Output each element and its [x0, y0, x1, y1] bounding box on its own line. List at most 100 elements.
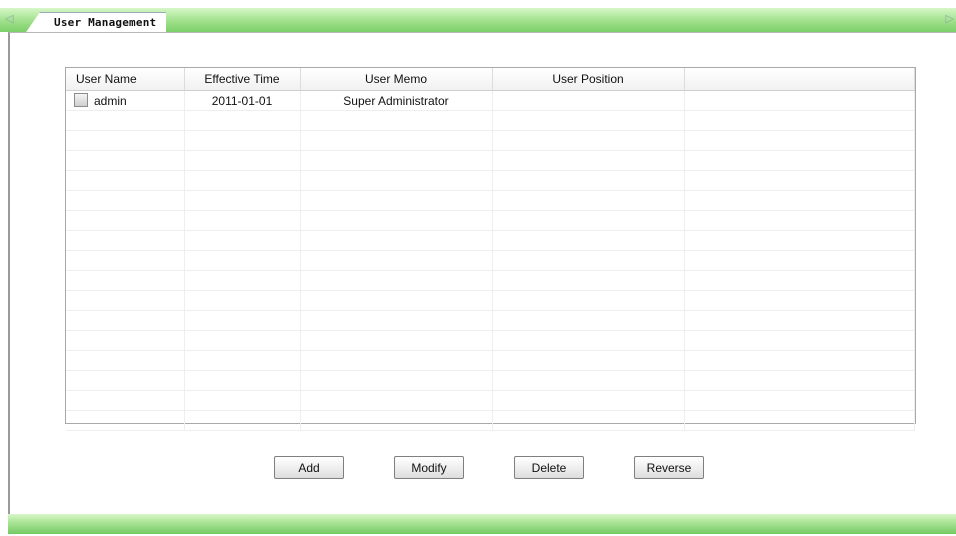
- empty-cell: [684, 210, 915, 231]
- empty-cell: [184, 230, 301, 251]
- status-bar: [8, 514, 956, 534]
- empty-cell: [66, 190, 185, 211]
- empty-cell: [492, 190, 685, 211]
- empty-cell: [684, 190, 915, 211]
- empty-cell: [684, 410, 915, 431]
- empty-cell: [66, 330, 185, 351]
- table-row-empty: [66, 290, 915, 311]
- empty-cell: [684, 290, 915, 311]
- table-row-empty: [66, 210, 915, 231]
- empty-cell: [184, 330, 301, 351]
- empty-cell: [300, 330, 493, 351]
- table-row-empty: [66, 250, 915, 271]
- table-row-empty: [66, 230, 915, 251]
- empty-cell: [66, 390, 185, 411]
- empty-cell: [184, 170, 301, 191]
- empty-cell: [684, 250, 915, 271]
- empty-cell: [492, 310, 685, 331]
- empty-cell: [492, 130, 685, 151]
- column-header-empty: [684, 68, 915, 91]
- empty-cell: [66, 170, 185, 191]
- empty-cell: [492, 350, 685, 371]
- table-row-empty: [66, 410, 915, 431]
- empty-cell: [684, 110, 915, 131]
- empty-cell: [684, 270, 915, 291]
- empty-cell: [66, 110, 185, 131]
- table-row-empty: [66, 310, 915, 331]
- table-row[interactable]: admin 2011-01-01 Super Administrator: [66, 90, 915, 111]
- column-header-user-position[interactable]: User Position: [492, 68, 685, 91]
- tab-label: User Management: [54, 16, 157, 29]
- empty-cell: [300, 170, 493, 191]
- empty-cell: [492, 330, 685, 351]
- delete-button[interactable]: Delete: [514, 456, 584, 479]
- scroll-right-icon[interactable]: ▷: [946, 12, 954, 25]
- scroll-left-icon[interactable]: ◁: [5, 12, 13, 25]
- empty-cell: [684, 390, 915, 411]
- empty-cell: [684, 330, 915, 351]
- empty-cell: [184, 310, 301, 331]
- empty-cell: [66, 150, 185, 171]
- empty-cell: [492, 290, 685, 311]
- empty-cell: [300, 410, 493, 431]
- table-row-empty: [66, 370, 915, 391]
- empty-cell: [184, 210, 301, 231]
- empty-cell: [300, 230, 493, 251]
- empty-cell: [66, 130, 185, 151]
- cell-user-name[interactable]: admin: [66, 90, 185, 111]
- table-row-empty: [66, 190, 915, 211]
- cell-extra: [684, 90, 915, 111]
- tab-bar: ◁ User Management ▷: [0, 8, 956, 35]
- empty-cell: [684, 310, 915, 331]
- empty-cell: [300, 210, 493, 231]
- empty-cell: [66, 410, 185, 431]
- empty-cell: [66, 290, 185, 311]
- empty-cell: [492, 250, 685, 271]
- table-row-empty: [66, 150, 915, 171]
- table-header-row: User Name Effective Time User Memo User …: [66, 68, 915, 91]
- column-header-user-name[interactable]: User Name: [66, 68, 185, 91]
- empty-cell: [492, 410, 685, 431]
- empty-cell: [66, 250, 185, 271]
- empty-cell: [300, 110, 493, 131]
- empty-cell: [300, 190, 493, 211]
- empty-cell: [66, 210, 185, 231]
- empty-cell: [300, 350, 493, 371]
- empty-cell: [184, 250, 301, 271]
- cell-user-memo: Super Administrator: [300, 90, 493, 111]
- reverse-button[interactable]: Reverse: [634, 456, 704, 479]
- add-button[interactable]: Add: [274, 456, 344, 479]
- empty-cell: [184, 290, 301, 311]
- empty-cell: [492, 270, 685, 291]
- empty-cell: [492, 230, 685, 251]
- column-header-effective-time[interactable]: Effective Time: [184, 68, 301, 91]
- empty-cell: [184, 150, 301, 171]
- empty-cell: [66, 230, 185, 251]
- table-row-empty: [66, 330, 915, 351]
- user-table: User Name Effective Time User Memo User …: [65, 67, 916, 431]
- empty-cell: [300, 310, 493, 331]
- empty-cell: [684, 150, 915, 171]
- column-header-user-memo[interactable]: User Memo: [300, 68, 493, 91]
- empty-cell: [300, 150, 493, 171]
- table-row-empty: [66, 270, 915, 291]
- modify-button[interactable]: Modify: [394, 456, 464, 479]
- empty-cell: [684, 230, 915, 251]
- table-row-empty: [66, 110, 915, 131]
- empty-cell: [184, 130, 301, 151]
- cell-effective-time: 2011-01-01: [184, 90, 301, 111]
- empty-cell: [184, 370, 301, 391]
- table-row-empty: [66, 390, 915, 411]
- table-row-empty: [66, 350, 915, 371]
- empty-cell: [300, 250, 493, 271]
- table-row-empty: [66, 130, 915, 151]
- empty-cell: [684, 130, 915, 151]
- empty-cell: [492, 390, 685, 411]
- empty-cell: [184, 390, 301, 411]
- row-checkbox[interactable]: [74, 93, 88, 107]
- empty-cell: [492, 150, 685, 171]
- empty-cell: [684, 170, 915, 191]
- empty-cell: [300, 130, 493, 151]
- empty-cell: [184, 270, 301, 291]
- empty-cell: [184, 110, 301, 131]
